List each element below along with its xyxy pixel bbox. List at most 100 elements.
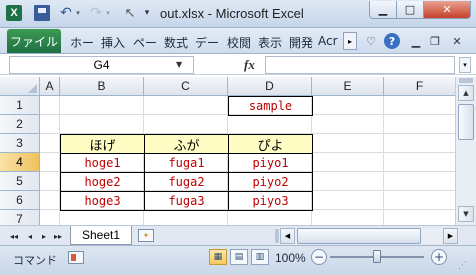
tab-view[interactable]: 表示	[258, 34, 282, 51]
row-header-4[interactable]: 4	[0, 153, 40, 172]
tab-page-layout[interactable]: ペー	[133, 34, 157, 51]
tab-review[interactable]: 校閲	[227, 34, 251, 51]
redo-icon[interactable]: ↷	[88, 5, 104, 21]
workbook-minimize-icon[interactable]: ▁	[410, 33, 422, 49]
column-header-a[interactable]: A	[40, 77, 60, 96]
grid-cell[interactable]	[144, 115, 228, 134]
grid-cell[interactable]	[60, 96, 144, 115]
customize-qat-icon[interactable]: ▾	[142, 5, 152, 21]
grid-cell[interactable]	[384, 210, 455, 225]
file-tab[interactable]: ファイル	[7, 29, 61, 53]
insert-function-icon[interactable]: fx	[244, 57, 255, 73]
undo-dropdown-icon[interactable]: ▾	[74, 5, 82, 21]
tab-insert[interactable]: 挿入	[101, 34, 125, 51]
row-header-1[interactable]: 1	[0, 96, 40, 115]
grid-cell[interactable]	[60, 115, 144, 134]
grid-cell[interactable]	[40, 210, 60, 225]
cursor-icon[interactable]: ↖	[122, 5, 138, 21]
page-layout-view-icon[interactable]: ▤	[230, 249, 248, 265]
excel-app-icon[interactable]: X	[6, 5, 22, 21]
row-header-6[interactable]: 6	[0, 191, 40, 210]
grid-cell[interactable]	[40, 134, 60, 153]
ribbon-scroll-right-icon[interactable]: ▸	[343, 32, 357, 50]
last-sheet-icon[interactable]: ▸▸	[52, 229, 64, 243]
grid-cell[interactable]	[312, 153, 384, 172]
minimize-ribbon-icon[interactable]: ♡	[364, 33, 378, 49]
vertical-scrollbar[interactable]: ▲ ▼	[455, 77, 476, 225]
zoom-slider-thumb[interactable]	[373, 250, 381, 263]
help-icon[interactable]: ?	[384, 33, 400, 49]
grid-cell[interactable]	[312, 96, 384, 115]
minimize-button[interactable]: ▁	[369, 1, 397, 19]
cell-c5[interactable]: fuga2	[144, 172, 229, 192]
cell-b4[interactable]: hoge1	[60, 153, 145, 173]
name-box-dropdown-icon[interactable]: ▼	[176, 60, 182, 69]
prev-sheet-icon[interactable]: ◂	[24, 229, 36, 243]
column-header-b[interactable]: B	[60, 77, 144, 96]
cell-c6[interactable]: fuga3	[144, 191, 229, 211]
zoom-out-icon[interactable]: −	[311, 249, 327, 265]
row-header-7[interactable]: 7	[0, 210, 40, 225]
cell-b5[interactable]: hoge2	[60, 172, 145, 192]
sheet-tab-sheet1[interactable]: Sheet1	[70, 226, 132, 245]
macro-record-icon[interactable]	[68, 251, 84, 264]
cell-d3[interactable]: ぴよ	[228, 134, 313, 154]
scroll-up-icon[interactable]: ▲	[458, 85, 474, 101]
undo-icon[interactable]: ↶	[58, 5, 74, 21]
column-header-f[interactable]: F	[384, 77, 455, 96]
grid-cell[interactable]	[384, 115, 455, 134]
page-break-preview-icon[interactable]: ▥	[251, 249, 269, 265]
grid-cell[interactable]	[228, 115, 312, 134]
split-box-icon[interactable]	[459, 78, 473, 83]
cell-b3[interactable]: ほげ	[60, 134, 145, 154]
formula-input[interactable]	[265, 56, 455, 74]
first-sheet-icon[interactable]: ◂◂	[8, 229, 20, 243]
next-sheet-icon[interactable]: ▸	[38, 229, 50, 243]
scroll-left-icon[interactable]: ◀	[280, 228, 295, 244]
maximize-button[interactable]: □	[396, 1, 424, 19]
grid-cell[interactable]	[384, 172, 455, 191]
grid-cell[interactable]	[228, 210, 312, 225]
scroll-down-icon[interactable]: ▼	[458, 206, 474, 222]
grid-cell[interactable]	[384, 191, 455, 210]
cell-c4[interactable]: fuga1	[144, 153, 229, 173]
tab-formulas[interactable]: 数式	[164, 34, 188, 51]
horizontal-scroll-thumb[interactable]	[297, 228, 421, 244]
vertical-scroll-thumb[interactable]	[458, 104, 474, 140]
grid-cell[interactable]	[40, 115, 60, 134]
grid-cell[interactable]	[144, 210, 228, 225]
grid-cell[interactable]	[40, 96, 60, 115]
resize-grip-icon[interactable]: ⋰	[458, 261, 472, 273]
save-icon[interactable]	[34, 5, 50, 21]
grid-cell[interactable]	[312, 210, 384, 225]
normal-view-icon[interactable]: ▦	[209, 249, 227, 265]
grid-cell[interactable]	[312, 172, 384, 191]
scroll-right-icon[interactable]: ▶	[443, 228, 458, 244]
close-button[interactable]: ✕	[423, 1, 471, 19]
column-header-e[interactable]: E	[312, 77, 384, 96]
horizontal-split-box-icon[interactable]	[275, 229, 279, 243]
grid-cell[interactable]	[60, 210, 144, 225]
select-all-corner[interactable]	[0, 77, 40, 96]
cell-b6[interactable]: hoge3	[60, 191, 145, 211]
horizontal-scrollbar[interactable]: ◀ ▶	[275, 228, 459, 244]
grid-cell[interactable]	[384, 96, 455, 115]
workbook-close-icon[interactable]: ✕	[450, 33, 464, 49]
row-header-5[interactable]: 5	[0, 172, 40, 191]
grid-cell[interactable]	[384, 153, 455, 172]
grid-cell[interactable]	[312, 191, 384, 210]
row-header-3[interactable]: 3	[0, 134, 40, 153]
tab-home[interactable]: ホー	[70, 34, 94, 51]
worksheet-grid[interactable]: A B C D E F 1 2 3 4 5 6 7 sample ほげ ふが ぴ…	[0, 77, 455, 225]
zoom-in-icon[interactable]: +	[431, 249, 447, 265]
expand-formula-bar-icon[interactable]: ▾	[459, 57, 471, 73]
redo-dropdown-icon[interactable]: ▾	[104, 5, 112, 21]
tab-data[interactable]: デー	[195, 34, 219, 51]
tab-developer[interactable]: 開発	[289, 34, 313, 51]
row-header-2[interactable]: 2	[0, 115, 40, 134]
grid-cell[interactable]	[40, 191, 60, 210]
cell-d5[interactable]: piyo2	[228, 172, 313, 192]
tab-acrobat[interactable]: Acr	[318, 34, 338, 48]
cell-d6[interactable]: piyo3	[228, 191, 313, 211]
grid-cell[interactable]	[40, 153, 60, 172]
